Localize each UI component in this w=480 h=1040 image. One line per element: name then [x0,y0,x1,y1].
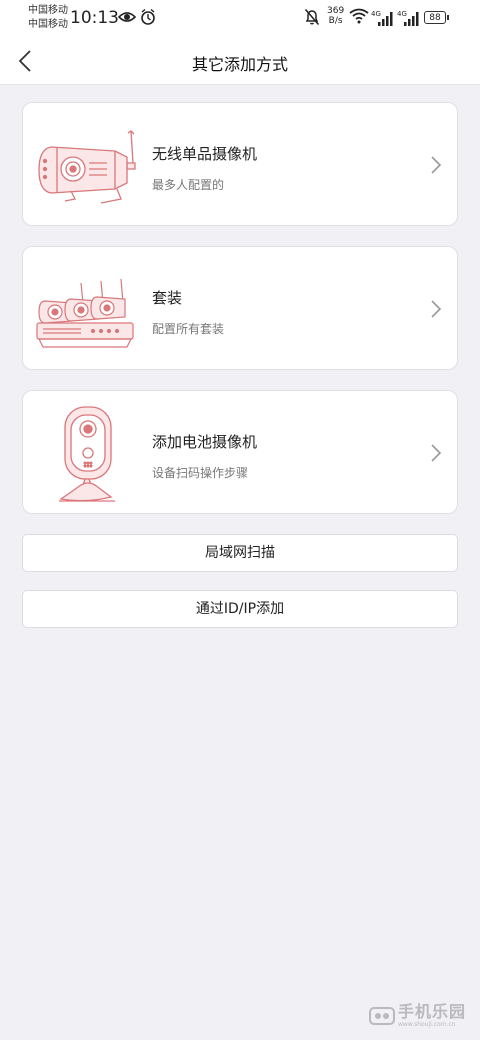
battery-camera-icon [59,406,115,502]
status-bar: 中国移动 中国移动 10:13 369 B/s 4G 4G 88 [0,0,480,38]
lan-scan-button[interactable]: 局域网扫描 [22,534,458,572]
signal-2-icon [404,12,419,26]
clock: 10:13 [70,8,119,28]
watermark-text: 手机乐园 [398,1002,467,1021]
add-by-id-ip-button[interactable]: 通过ID/IP添加 [22,590,458,628]
page-title: 其它添加方式 [191,55,288,74]
battery-indicator: 88 [424,11,449,24]
net-speed: 369 B/s [327,6,344,26]
card-kit[interactable]: 套装 配置所有套装 [22,246,458,370]
chevron-right-icon [431,156,442,174]
mute-bell-icon [304,9,320,25]
watermark: 手机乐园 www.shouji.com.cn [368,996,472,1036]
card-subtitle: 配置所有套装 [152,322,225,336]
card-battery-camera[interactable]: 添加电池摄像机 设备扫码操作步骤 [22,390,458,514]
card-subtitle: 最多人配置的 [152,178,225,192]
signal-1-icon [378,12,393,26]
wifi-icon [349,8,369,24]
watermark-logo-icon [369,1007,395,1025]
net-speed-value: 369 [327,6,345,16]
bullet-camera-icon [38,130,136,204]
card-title: 添加电池摄像机 [152,433,258,451]
net-speed-unit: B/s [328,16,343,26]
card-title: 无线单品摄像机 [152,145,258,163]
watermark-url: www.shouji.com.cn [398,1021,456,1028]
card-wireless-camera[interactable]: 无线单品摄像机 最多人配置的 [22,102,458,226]
alarm-icon [141,8,155,25]
chevron-right-icon [431,444,442,462]
title-bar: 其它添加方式 [0,38,480,85]
card-subtitle: 设备扫码操作步骤 [152,466,249,480]
camera-kit-icon [36,278,134,348]
carrier-1: 中国移动 [28,5,68,16]
carrier-2: 中国移动 [28,19,68,30]
card-title: 套装 [152,289,183,307]
chevron-right-icon [431,300,442,318]
eye-icon [118,12,136,22]
